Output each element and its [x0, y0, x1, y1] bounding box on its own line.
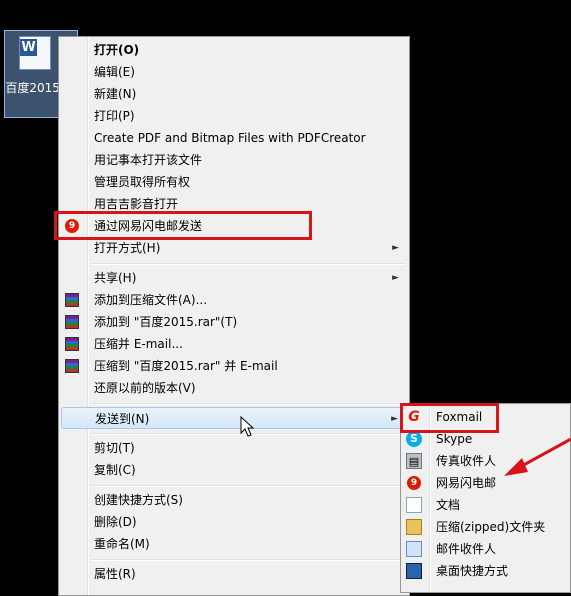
annotation-arrow — [504, 437, 571, 476]
mouse-cursor-icon — [240, 416, 254, 437]
